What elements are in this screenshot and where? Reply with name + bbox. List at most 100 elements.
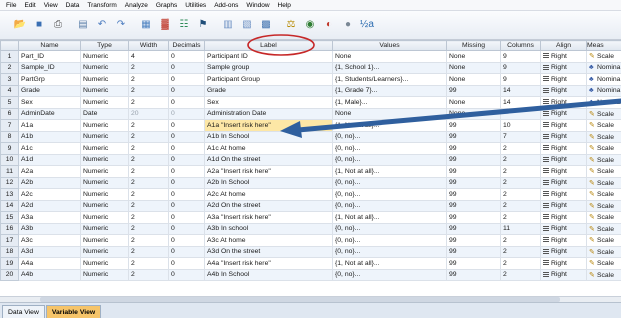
label-cell[interactable]: A2c At home bbox=[204, 188, 333, 201]
label-cell[interactable]: Sex bbox=[204, 96, 333, 109]
menu-item-help[interactable]: Help bbox=[274, 0, 295, 11]
row-number[interactable]: 4 bbox=[0, 84, 19, 97]
menu-item-edit[interactable]: Edit bbox=[20, 0, 39, 11]
width-cell[interactable]: 2 bbox=[128, 257, 169, 270]
goto-case-icon[interactable]: ▦ bbox=[138, 17, 154, 33]
columns-cell[interactable]: 11 bbox=[500, 222, 541, 235]
name-cell[interactable]: A1c bbox=[18, 142, 81, 155]
weight-cases-icon[interactable]: ⚖ bbox=[283, 17, 299, 33]
type-cell[interactable]: Numeric bbox=[80, 257, 129, 270]
columns-cell[interactable]: 2 bbox=[500, 142, 541, 155]
name-cell[interactable]: A2b bbox=[18, 176, 81, 189]
dialog-recall-icon[interactable]: ▤ bbox=[75, 17, 91, 33]
width-cell[interactable]: 2 bbox=[128, 119, 169, 132]
menu-item-utilities[interactable]: Utilities bbox=[181, 0, 210, 11]
type-cell[interactable]: Numeric bbox=[80, 96, 129, 109]
columns-cell[interactable]: 2 bbox=[500, 268, 541, 281]
measure-cell[interactable]: ♣ Nomina bbox=[586, 73, 621, 86]
type-cell[interactable]: Numeric bbox=[80, 130, 129, 143]
columns-cell[interactable]: 2 bbox=[500, 211, 541, 224]
type-cell[interactable]: Numeric bbox=[80, 73, 129, 86]
align-cell[interactable]: Right bbox=[540, 245, 587, 258]
align-cell[interactable]: Right bbox=[540, 50, 587, 63]
row-number[interactable]: 7 bbox=[0, 119, 19, 132]
width-cell[interactable]: 2 bbox=[128, 73, 169, 86]
label-cell[interactable]: Administration Date bbox=[204, 107, 333, 120]
align-cell[interactable]: Right bbox=[540, 153, 587, 166]
values-cell[interactable]: {0, no}... bbox=[332, 245, 447, 258]
row-number[interactable]: 15 bbox=[0, 211, 19, 224]
type-cell[interactable]: Numeric bbox=[80, 211, 129, 224]
width-cell[interactable]: 2 bbox=[128, 130, 169, 143]
width-cell[interactable]: 2 bbox=[128, 211, 169, 224]
decimals-cell[interactable]: 0 bbox=[168, 211, 205, 224]
missing-cell[interactable]: 99 bbox=[446, 234, 501, 247]
decimals-cell[interactable]: 0 bbox=[168, 61, 205, 74]
values-cell[interactable]: {1, Male}... bbox=[332, 96, 447, 109]
width-cell[interactable]: 2 bbox=[128, 245, 169, 258]
measure-cell[interactable]: ♣ Nomina bbox=[586, 61, 621, 74]
menu-item-add-ons[interactable]: Add-ons bbox=[210, 0, 242, 11]
decimals-cell[interactable]: 0 bbox=[168, 153, 205, 166]
find-icon[interactable]: ⚑ bbox=[195, 17, 211, 33]
table-row[interactable]: 19 A4a Numeric 2 0 A4a "Insert risk here" {1, … bbox=[0, 257, 621, 270]
columns-cell[interactable]: 14 bbox=[500, 84, 541, 97]
table-row[interactable]: 3 PartGrp Numeric 2 0 Participant Group {1, St… bbox=[0, 73, 621, 86]
columns-cell[interactable]: 2 bbox=[500, 165, 541, 178]
measure-cell[interactable]: ♣ Nomina bbox=[586, 84, 621, 97]
align-cell[interactable]: Right bbox=[540, 165, 587, 178]
column-header-name[interactable]: Name bbox=[18, 40, 81, 51]
table-row[interactable]: 16 A3b Numeric 2 0 A3b In school {0, no}... 99 1… bbox=[0, 222, 621, 235]
type-cell[interactable]: Numeric bbox=[80, 188, 129, 201]
table-row[interactable]: 5 Sex Numeric 2 0 Sex {1, Male}... None 14 Right ♣… bbox=[0, 96, 621, 109]
row-number[interactable]: 1 bbox=[0, 50, 19, 63]
values-cell[interactable]: {1, School 1}... bbox=[332, 61, 447, 74]
align-cell[interactable]: Right bbox=[540, 211, 587, 224]
measure-cell[interactable]: ✎ Scale bbox=[586, 222, 621, 235]
row-number[interactable]: 16 bbox=[0, 222, 19, 235]
label-cell[interactable]: A3d On the street bbox=[204, 245, 333, 258]
label-cell[interactable]: A3b In school bbox=[204, 222, 333, 235]
width-cell[interactable]: 20 bbox=[128, 107, 169, 120]
width-cell[interactable]: 2 bbox=[128, 96, 169, 109]
label-cell[interactable]: A1d On the street bbox=[204, 153, 333, 166]
values-cell[interactable]: {0, no}... bbox=[332, 176, 447, 189]
align-cell[interactable]: Right bbox=[540, 119, 587, 132]
measure-cell[interactable]: ✎ Scale bbox=[586, 257, 621, 270]
align-cell[interactable]: Right bbox=[540, 268, 587, 281]
decimals-cell[interactable]: 0 bbox=[168, 245, 205, 258]
type-cell[interactable]: Numeric bbox=[80, 199, 129, 212]
align-cell[interactable]: Right bbox=[540, 188, 587, 201]
columns-cell[interactable]: 10 bbox=[500, 119, 541, 132]
width-cell[interactable]: 2 bbox=[128, 84, 169, 97]
tab-variable-view[interactable]: Variable View bbox=[45, 305, 102, 318]
decimals-cell[interactable]: 0 bbox=[168, 107, 205, 120]
table-row[interactable]: 13 A2c Numeric 2 0 A2c At home {0, no}... 99 2 Ri… bbox=[0, 188, 621, 201]
measure-cell[interactable]: ✎ Scale bbox=[586, 199, 621, 212]
goto-variable-icon[interactable]: ▓ bbox=[157, 17, 173, 33]
align-cell[interactable]: Right bbox=[540, 222, 587, 235]
measure-cell[interactable]: ✎ Scale bbox=[586, 50, 621, 63]
name-cell[interactable]: Part_ID bbox=[18, 50, 81, 63]
open-folder-icon[interactable]: 📂 bbox=[12, 17, 28, 33]
insert-variable-icon[interactable]: ▧ bbox=[239, 17, 255, 33]
label-cell[interactable]: A3a "Insert risk here" bbox=[204, 211, 333, 224]
table-row[interactable]: 1 Part_ID Numeric 4 0 Participant ID None None 9… bbox=[0, 50, 621, 63]
menu-item-transform[interactable]: Transform bbox=[83, 0, 120, 11]
name-cell[interactable]: A3d bbox=[18, 245, 81, 258]
row-number[interactable]: 18 bbox=[0, 245, 19, 258]
name-cell[interactable]: AdminDate bbox=[18, 107, 81, 120]
decimals-cell[interactable]: 0 bbox=[168, 142, 205, 155]
values-cell[interactable]: None bbox=[332, 50, 447, 63]
columns-cell[interactable]: 9 bbox=[500, 73, 541, 86]
missing-cell[interactable]: 99 bbox=[446, 142, 501, 155]
label-cell[interactable]: Participant ID bbox=[204, 50, 333, 63]
undo-icon[interactable]: ↶ bbox=[94, 17, 110, 33]
decimals-cell[interactable]: 0 bbox=[168, 165, 205, 178]
table-row[interactable]: 17 A3c Numeric 2 0 A3c At home {0, no}... 99 2 Ri… bbox=[0, 234, 621, 247]
measure-cell[interactable]: ✎ Scale bbox=[586, 211, 621, 224]
align-cell[interactable]: Right bbox=[540, 84, 587, 97]
columns-cell[interactable]: 2 bbox=[500, 257, 541, 270]
decimals-cell[interactable]: 0 bbox=[168, 130, 205, 143]
label-cell[interactable]: A1b In School bbox=[204, 130, 333, 143]
